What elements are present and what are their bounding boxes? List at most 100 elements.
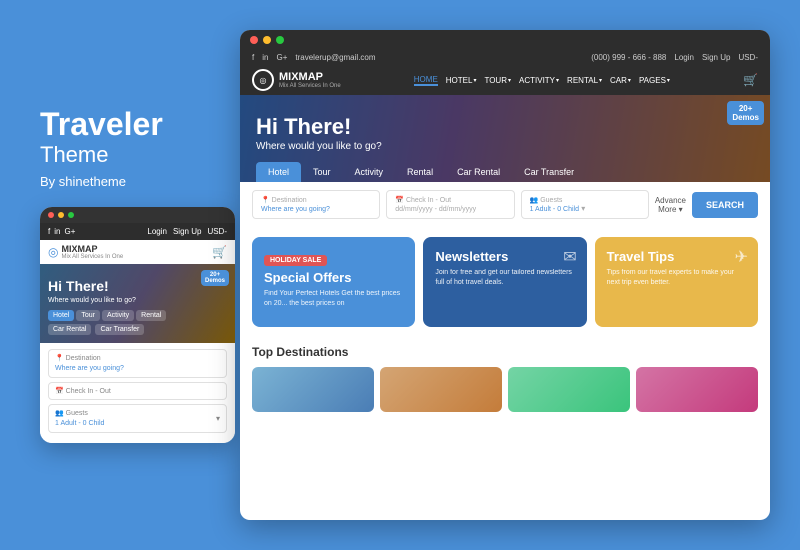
mobile-logo-icon: ◎ — [48, 245, 58, 259]
hero-section: Hi There! Where would you like to go? 20… — [240, 95, 770, 182]
email-link: travelerup@gmail.com — [295, 53, 375, 62]
login-link[interactable]: Login — [147, 227, 167, 236]
desktop-yellow-dot — [263, 36, 271, 44]
destination-card-1[interactable] — [252, 367, 374, 412]
desktop-green-dot — [276, 36, 284, 44]
travel-tips-desc: Tips from our travel experts to make you… — [607, 268, 746, 288]
destination-card-3[interactable] — [508, 367, 630, 412]
cart-icon[interactable]: 🛒 — [743, 73, 758, 87]
left-panel: Traveler Theme By shinetheme f in G+ Log… — [40, 107, 235, 443]
tab-car-transfer[interactable]: Car Transfer — [512, 162, 586, 182]
mobile-nav: f in G+ Login Sign Up USD- — [40, 223, 235, 240]
mobile-logo-bar: ◎ MIXMAP Mix All Services In One 🛒 — [40, 240, 235, 264]
nav-pages[interactable]: PAGES — [639, 76, 670, 85]
mobile-social-links: f in G+ — [48, 227, 75, 236]
red-dot — [48, 212, 54, 218]
nav-home[interactable]: HOME — [414, 75, 438, 86]
destination-card-4[interactable] — [636, 367, 758, 412]
signup-link[interactable]: Sign Up — [173, 227, 201, 236]
advance-button[interactable]: Advance More ▾ — [655, 196, 686, 214]
mobile-logo-tagline: Mix All Services In One — [61, 254, 123, 260]
mobile-guests-value: 1 Adult - 0 Child — [55, 420, 104, 427]
social-links: f in G+ travelerup@gmail.com — [252, 53, 376, 62]
tab-rental[interactable]: Rental — [395, 162, 445, 182]
mobile-guests-field[interactable]: 👥 Guests 1 Adult - 0 Child ▾ — [48, 404, 227, 433]
mobile-tab-activity[interactable]: Activity — [102, 310, 134, 321]
currency-selector[interactable]: USD- — [207, 227, 227, 236]
desktop-red-dot — [250, 36, 258, 44]
nav-car[interactable]: CAR — [610, 76, 631, 85]
site-logo-tagline: Mix All Services In One — [279, 83, 341, 89]
special-offers-desc: Find Your Perfect Hotels Get the best pr… — [264, 289, 403, 309]
mobile-guests-label: 👥 Guests — [55, 409, 104, 417]
search-bar: 📍 Destination Where are you going? 📅 Che… — [240, 182, 770, 227]
site-header-top: f in G+ travelerup@gmail.com (000) 999 -… — [240, 50, 770, 65]
mobile-cart-icon[interactable]: 🛒 — [212, 245, 227, 259]
hero-title: Hi There! — [256, 115, 754, 139]
mobile-tab-car-rental[interactable]: Car Rental — [48, 324, 91, 335]
mobile-checkin-field[interactable]: 📅 Check In - Out — [48, 382, 227, 400]
header-right-links: (000) 999 - 666 - 888 Login Sign Up USD- — [591, 53, 758, 62]
special-offers-card: HOLIDAY SALE Special Offers Find Your Pe… — [252, 237, 415, 327]
site-logo: ◎ MIXMAP Mix All Services In One — [252, 69, 341, 91]
site-header-main: ◎ MIXMAP Mix All Services In One HOME HO… — [240, 65, 770, 95]
guests-field[interactable]: 👥 Guests 1 Adult - 0 Child ▾ — [521, 190, 649, 219]
mobile-tab-hotel[interactable]: Hotel — [48, 310, 74, 321]
chevron-down-icon: ▾ — [216, 414, 220, 423]
nav-activity[interactable]: ACTIVITY — [519, 76, 559, 85]
brand-title: Traveler — [40, 107, 225, 142]
bottom-section: Top Destinations — [240, 337, 770, 520]
yellow-dot — [58, 212, 64, 218]
guests-label: 👥 Guests — [530, 196, 640, 204]
nav-rental[interactable]: RENTAL — [567, 76, 602, 85]
mobile-hero: Hi There! Where would you like to go? 20… — [40, 264, 235, 343]
mobile-destination-label: 📍 Destination — [55, 354, 220, 362]
mobile-tab-car-transfer[interactable]: Car Transfer — [95, 324, 144, 335]
signup-link[interactable]: Sign Up — [702, 53, 730, 62]
checkin-placeholder: dd/mm/yyyy - dd/mm/yyyy — [395, 206, 476, 213]
checkin-label: 📅 Check In - Out — [395, 196, 505, 204]
travel-tips-card: ✈ Travel Tips Tips from our travel exper… — [595, 237, 758, 327]
mobile-demo-badge: 20+ Demos — [201, 270, 229, 286]
green-dot — [68, 212, 74, 218]
search-button[interactable]: SEARCH — [692, 192, 758, 218]
linkedin-icon[interactable]: in — [262, 53, 268, 62]
nav-hotel[interactable]: HOTEL — [446, 76, 477, 85]
facebook-icon[interactable]: f — [48, 227, 50, 236]
mobile-logo-name: MIXMAP — [61, 244, 123, 254]
mobile-checkin-label: 📅 Check In - Out — [55, 387, 220, 395]
mobile-mockup: f in G+ Login Sign Up USD- ◎ MIXMAP Mix … — [40, 207, 235, 443]
desktop-mockup: f in G+ travelerup@gmail.com (000) 999 -… — [240, 30, 770, 520]
mobile-tab-rental[interactable]: Rental — [136, 310, 166, 321]
linkedin-icon[interactable]: in — [54, 227, 60, 236]
destination-label: 📍 Destination — [261, 196, 371, 204]
mobile-tab-tour[interactable]: Tour — [76, 310, 100, 321]
tab-activity[interactable]: Activity — [343, 162, 396, 182]
currency-dropdown[interactable]: USD- — [738, 53, 758, 62]
destination-card-2[interactable] — [380, 367, 502, 412]
demo-count: 20+ — [739, 104, 753, 113]
travel-tips-title: Travel Tips — [607, 249, 746, 264]
nav-tour[interactable]: TOUR — [484, 76, 511, 85]
travel-tips-icon: ✈ — [735, 247, 748, 267]
destination-placeholder: Where are you going? — [261, 206, 330, 213]
logo-icon: ◎ — [252, 69, 274, 91]
cards-section: HOLIDAY SALE Special Offers Find Your Pe… — [240, 227, 770, 337]
googleplus-icon[interactable]: G+ — [276, 53, 287, 62]
special-offers-title: Special Offers — [264, 270, 403, 285]
by-line: By shinetheme — [40, 174, 225, 189]
demo-label: Demos — [732, 113, 759, 122]
checkin-field[interactable]: 📅 Check In - Out dd/mm/yyyy - dd/mm/yyyy — [386, 190, 514, 219]
mobile-hero-subtitle: Where would you like to go? — [48, 297, 227, 304]
phone-number: (000) 999 - 666 - 888 — [591, 53, 666, 62]
tab-hotel[interactable]: Hotel — [256, 162, 301, 182]
googleplus-icon[interactable]: G+ — [64, 227, 75, 236]
tab-tour[interactable]: Tour — [301, 162, 343, 182]
destination-field[interactable]: 📍 Destination Where are you going? — [252, 190, 380, 219]
login-link[interactable]: Login — [674, 53, 694, 62]
newsletters-card: ✉ Newsletters Join for free and get our … — [423, 237, 586, 327]
mobile-destination-value: Where are you going? — [55, 365, 124, 372]
tab-car-rental[interactable]: Car Rental — [445, 162, 512, 182]
mobile-destination-field[interactable]: 📍 Destination Where are you going? — [48, 349, 227, 378]
facebook-icon[interactable]: f — [252, 53, 254, 62]
